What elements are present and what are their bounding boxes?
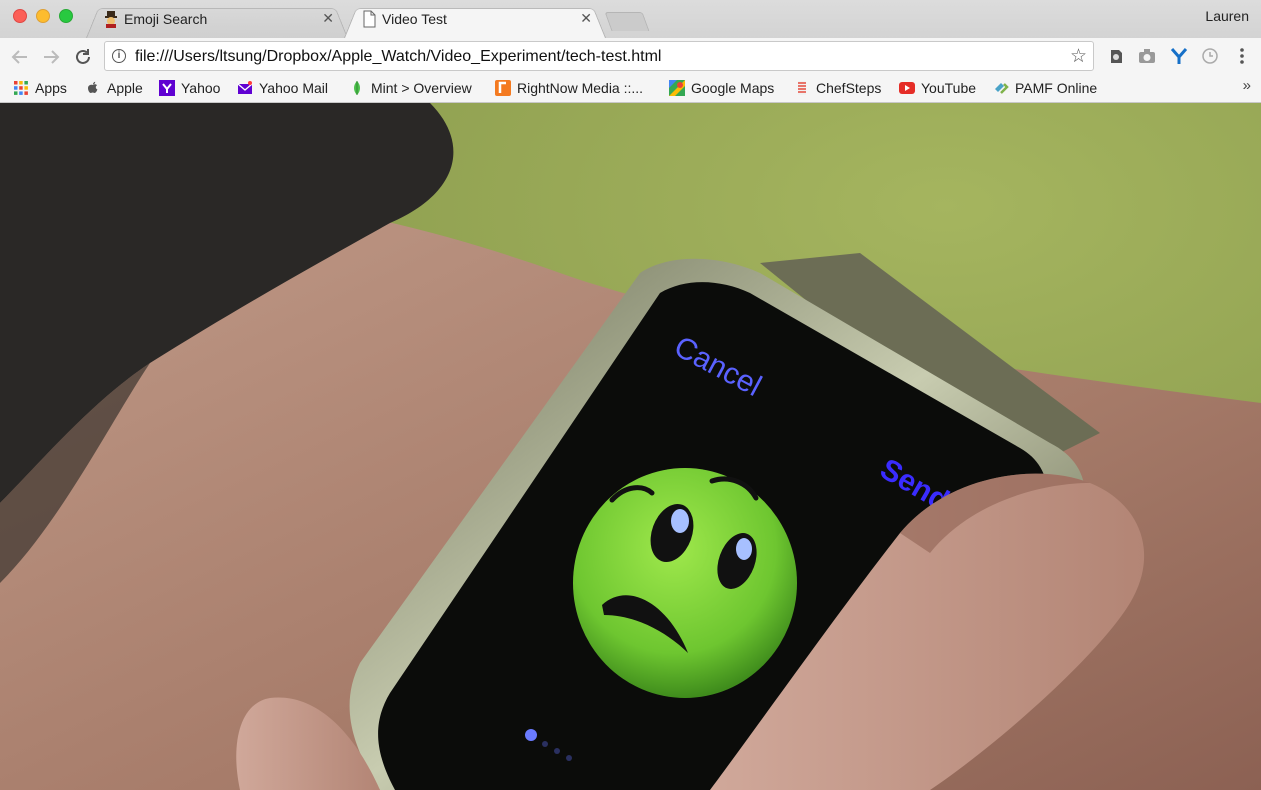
- clock-extension-icon[interactable]: [1200, 46, 1220, 66]
- bookmarks-bar: Apps Apple Yahoo Yahoo Mail Mint > Overv…: [0, 74, 1261, 103]
- page-indicator-dot: [542, 741, 548, 747]
- bookmark-star-icon[interactable]: ☆: [1070, 45, 1087, 68]
- video-frame: Cancel Send: [0, 103, 1261, 790]
- bookmark-label: Apple: [107, 80, 143, 96]
- bookmark-label: Yahoo Mail: [259, 80, 329, 96]
- back-icon[interactable]: [9, 46, 31, 68]
- bookmark-label: PAMF Online: [1015, 80, 1098, 96]
- emoji-favicon-icon: [105, 11, 117, 28]
- tab-video-test[interactable]: Video Test ✕: [344, 4, 606, 38]
- toolbar: i file:///Users/ltsung/Dropbox/Apple_Wat…: [0, 38, 1261, 74]
- mail-icon: [237, 81, 253, 94]
- tab-label: Emoji Search: [124, 11, 208, 27]
- tab-emoji-search[interactable]: Emoji Search ✕: [86, 4, 348, 38]
- page-indicator-dot: [525, 729, 537, 741]
- bookmark-label: Apps: [35, 80, 67, 96]
- menu-kebab-icon[interactable]: [1232, 46, 1252, 66]
- zoom-window-button[interactable]: [59, 9, 73, 23]
- close-tab-icon[interactable]: ✕: [322, 10, 334, 27]
- y-extension-icon[interactable]: [1169, 46, 1189, 66]
- maps-icon: [669, 80, 685, 96]
- address-bar[interactable]: i file:///Users/ltsung/Dropbox/Apple_Wat…: [104, 41, 1094, 71]
- page-indicator-dot: [554, 748, 560, 754]
- page-indicator-dot: [566, 755, 572, 761]
- worried-face-emoji-icon: [573, 468, 797, 698]
- tab-label: Video Test: [382, 11, 447, 27]
- chefsteps-icon: [798, 81, 806, 95]
- bookmarks-overflow-button[interactable]: »: [1243, 77, 1251, 94]
- yahoo-icon: [159, 80, 175, 96]
- video-player[interactable]: Cancel Send: [0, 103, 1261, 790]
- bookmark-label: RightNow Media ::...: [517, 80, 644, 96]
- info-icon[interactable]: i: [112, 49, 126, 63]
- camera-extension-icon[interactable]: [1137, 46, 1157, 66]
- bookmark-label: ChefSteps: [816, 80, 882, 96]
- bookmark-label: Yahoo: [181, 80, 221, 96]
- bookmark-label: Google Maps: [691, 80, 775, 96]
- url-text[interactable]: file:///Users/ltsung/Dropbox/Apple_Watch…: [135, 48, 661, 66]
- bookmark-label: YouTube: [921, 80, 977, 96]
- apps-grid-icon: [14, 81, 28, 95]
- bookmark-label: Mint > Overview: [371, 80, 472, 96]
- browser-chrome: Emoji Search ✕ Video Test ✕ Lauren i fil…: [0, 0, 1261, 103]
- apple-icon: [88, 81, 98, 93]
- new-tab-button[interactable]: [604, 12, 650, 31]
- minimize-window-button[interactable]: [36, 9, 50, 23]
- tab-strip: Emoji Search ✕ Video Test ✕ Lauren: [0, 0, 1261, 38]
- close-tab-icon[interactable]: ✕: [580, 10, 592, 27]
- evernote-extension-icon[interactable]: [1106, 46, 1126, 66]
- mint-icon: [354, 81, 360, 95]
- forward-icon[interactable]: [40, 46, 62, 68]
- document-icon: [363, 10, 376, 28]
- pamf-icon: [995, 83, 1009, 94]
- reload-icon[interactable]: [72, 46, 94, 68]
- rightnow-icon: [495, 80, 511, 96]
- close-window-button[interactable]: [13, 9, 27, 23]
- profile-name[interactable]: Lauren: [1205, 8, 1249, 24]
- youtube-icon: [899, 82, 915, 94]
